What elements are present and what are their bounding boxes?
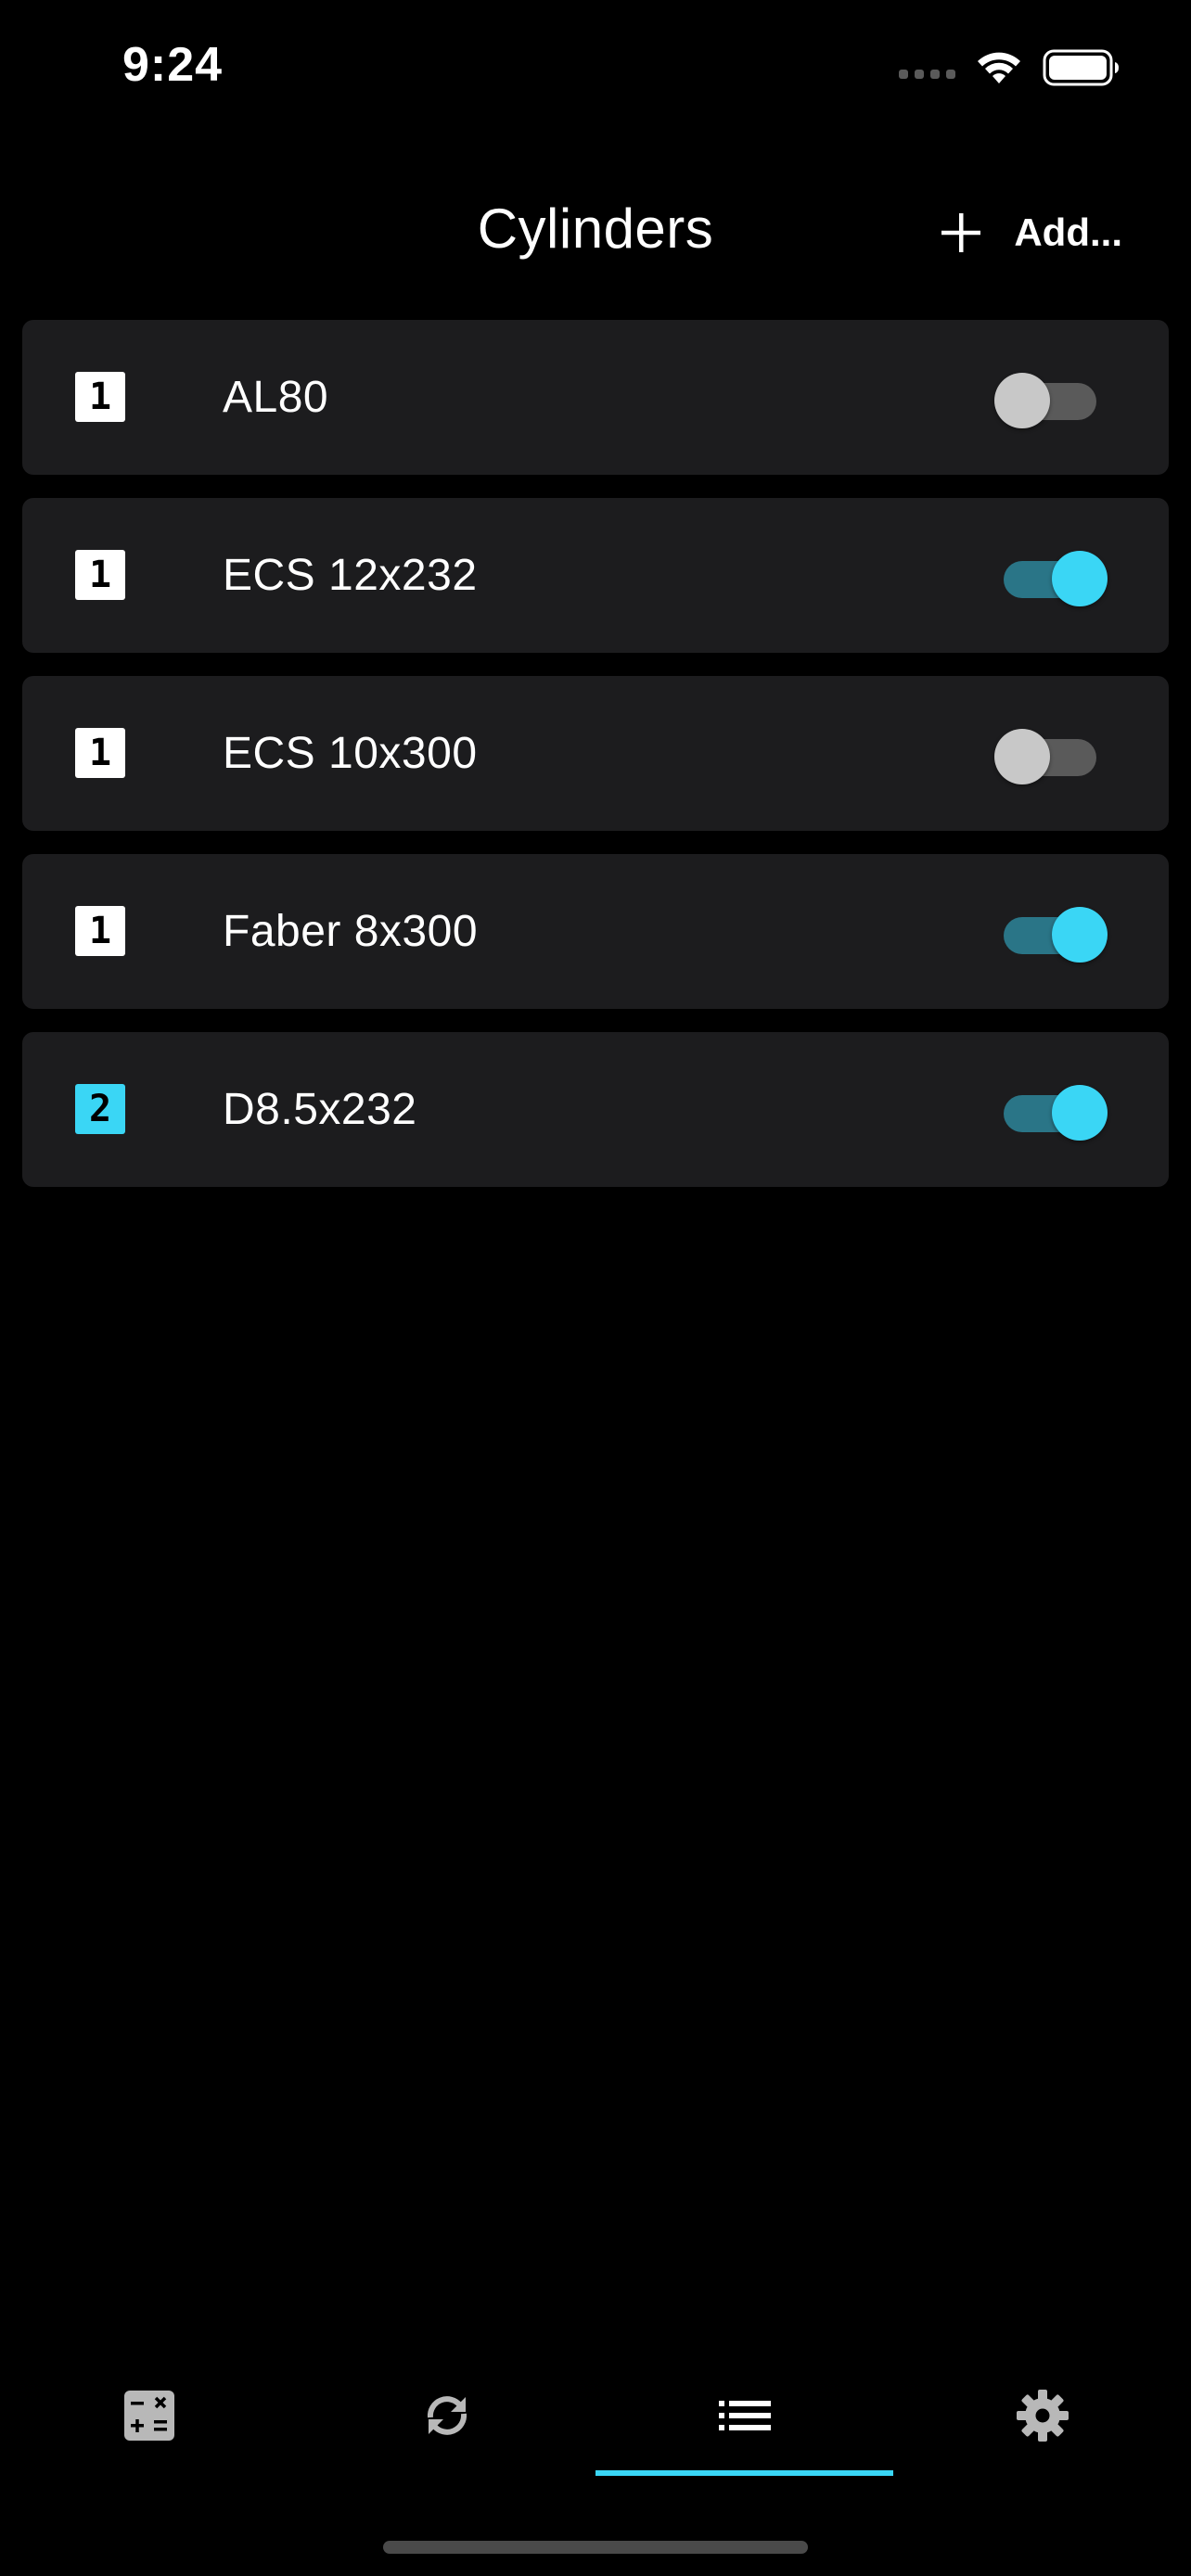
cylinder-row[interactable]: 1 Faber 8x300: [22, 854, 1169, 1009]
plus-icon: [941, 213, 981, 252]
cylinder-enable-toggle[interactable]: [994, 726, 1100, 784]
tab-calculator[interactable]: [0, 2355, 298, 2476]
cylinder-row[interactable]: 1 ECS 12x232: [22, 498, 1169, 653]
refresh-icon: [427, 2396, 467, 2435]
cylinder-name: AL80: [223, 373, 329, 422]
cylinder-count-badge: 1: [75, 728, 125, 778]
cylinder-row[interactable]: 1 AL80: [22, 320, 1169, 475]
cylinder-name: ECS 12x232: [223, 551, 478, 600]
status-bar: 9:24: [0, 0, 1191, 139]
cylinder-name: Faber 8x300: [223, 907, 479, 956]
navigation-header: Cylinders Add...: [0, 176, 1191, 287]
list-icon: [718, 2401, 771, 2430]
cylinder-enable-toggle[interactable]: [994, 370, 1100, 428]
cylinder-enable-toggle[interactable]: [1000, 1082, 1108, 1141]
tab-settings[interactable]: [893, 2355, 1191, 2476]
home-indicator[interactable]: [383, 2541, 808, 2554]
cylinder-row[interactable]: 2 D8.5x232: [22, 1032, 1169, 1187]
battery-icon: [1043, 49, 1119, 86]
tab-cylinders[interactable]: [596, 2355, 893, 2476]
add-button-label: Add...: [1014, 210, 1122, 254]
calculator-icon: [123, 2391, 174, 2441]
cellular-signal-icon: [899, 70, 955, 79]
cylinder-name: D8.5x232: [223, 1085, 417, 1134]
cylinder-count-badge: 1: [75, 906, 125, 956]
cylinder-row[interactable]: 1 ECS 10x300: [22, 676, 1169, 831]
cylinder-name: ECS 10x300: [223, 729, 478, 778]
cylinder-count-badge: 1: [75, 550, 125, 600]
add-cylinder-button[interactable]: Add...: [940, 204, 1122, 261]
cylinder-count-badge: 1: [75, 372, 125, 422]
wifi-icon: [978, 52, 1020, 83]
cylinder-enable-toggle[interactable]: [1000, 904, 1108, 963]
cylinder-count-badge: 2: [75, 1084, 125, 1134]
cylinder-list: 1 AL80 1 ECS 12x232 1 ECS 10x300 1 Faber…: [22, 320, 1169, 1210]
gear-icon: [1016, 2390, 1069, 2442]
cylinder-enable-toggle[interactable]: [1000, 548, 1108, 606]
status-time: 9:24: [122, 38, 224, 92]
tab-bar: [0, 2355, 1191, 2485]
selected-tab-indicator: [596, 2470, 893, 2476]
tab-refill[interactable]: [298, 2355, 596, 2476]
status-icons: [899, 45, 1121, 91]
